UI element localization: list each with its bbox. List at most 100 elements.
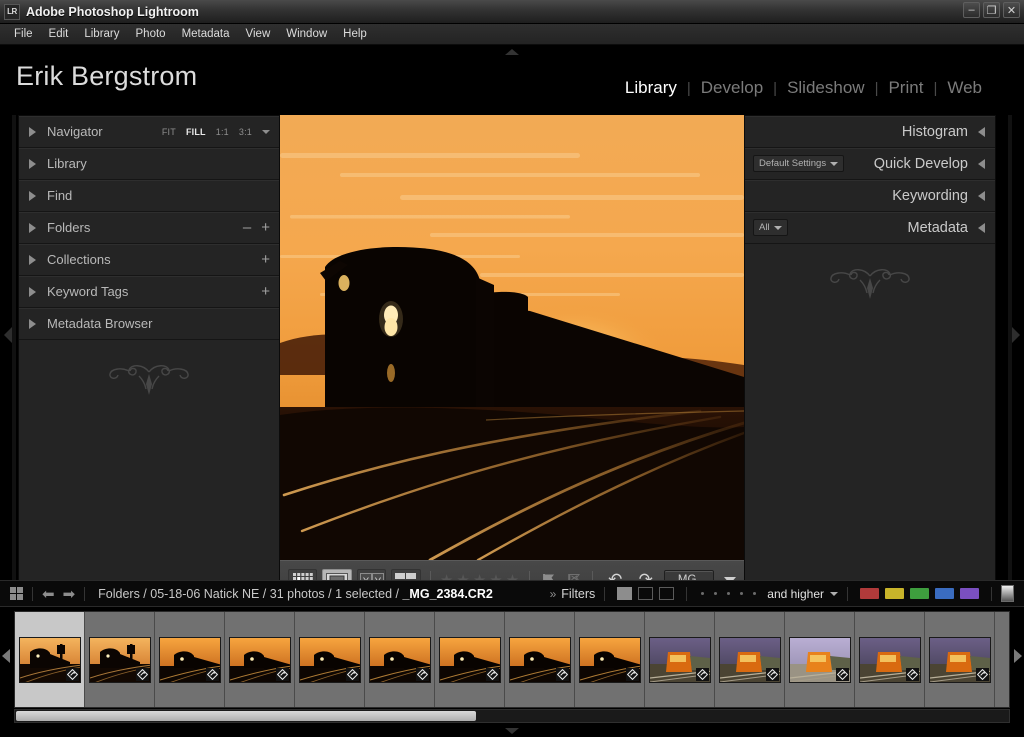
panel-keyword-tags[interactable]: Keyword Tags +: [19, 276, 279, 308]
remove-folder-minus-icon[interactable]: –: [243, 220, 251, 235]
disclosure-triangle-icon[interactable]: [978, 126, 985, 137]
filmstrip-thumbnail[interactable]: [225, 612, 295, 707]
panel-histogram[interactable]: Histogram: [745, 116, 995, 148]
thumbnail-metadata-badge-icon[interactable]: [765, 667, 779, 681]
thumbnail-metadata-badge-icon[interactable]: [695, 667, 709, 681]
right-panel-collapse-icon[interactable]: [1012, 327, 1020, 343]
disclosure-triangle-icon[interactable]: [29, 222, 36, 233]
restore-icon[interactable]: ❐: [983, 2, 1000, 18]
filter-flag-reject-icon[interactable]: [659, 587, 675, 600]
identity-plate[interactable]: Erik Bergstrom: [16, 61, 197, 92]
disclosure-triangle-icon[interactable]: [978, 222, 985, 233]
zoom-dropdown-chevron-down-icon[interactable]: [262, 129, 270, 134]
panel-metadata-browser[interactable]: Metadata Browser: [19, 308, 279, 340]
filmstrip-thumbnail[interactable]: [575, 612, 645, 707]
filmstrip-thumbnail[interactable]: [15, 612, 85, 707]
left-panel-collapse-icon[interactable]: [4, 327, 12, 343]
filmstrip-track[interactable]: [14, 611, 1010, 708]
and-higher-label[interactable]: and higher: [767, 587, 824, 601]
close-icon[interactable]: ✕: [1003, 2, 1020, 18]
filmstrip-thumbnail[interactable]: [295, 612, 365, 707]
main-photo-loupe[interactable]: [280, 115, 744, 560]
filter-flag-pick-icon[interactable]: [617, 587, 633, 600]
menu-view[interactable]: View: [238, 26, 279, 42]
thumbnail-metadata-badge-icon[interactable]: [485, 667, 499, 681]
thumbnail-metadata-badge-icon[interactable]: [625, 667, 639, 681]
panel-folders[interactable]: Folders – +: [19, 212, 279, 244]
thumbnail-metadata-badge-icon[interactable]: [975, 667, 989, 681]
top-panel-collapse-icon[interactable]: [505, 49, 519, 55]
zoom-3-1[interactable]: 3:1: [239, 127, 252, 137]
filmstrip-thumbnail[interactable]: [435, 612, 505, 707]
module-library[interactable]: Library: [615, 78, 687, 98]
thumbnail-metadata-badge-icon[interactable]: [555, 667, 569, 681]
disclosure-triangle-icon[interactable]: [29, 318, 36, 329]
disclosure-triangle-icon[interactable]: [29, 190, 36, 201]
menu-edit[interactable]: Edit: [41, 26, 77, 42]
thumbnail-metadata-badge-icon[interactable]: [835, 667, 849, 681]
filmstrip-thumbnail[interactable]: [505, 612, 575, 707]
menu-photo[interactable]: Photo: [128, 26, 174, 42]
panel-metadata[interactable]: All Metadata: [745, 212, 995, 244]
filter-rating-dot-1[interactable]: [701, 592, 705, 595]
thumbnail-metadata-badge-icon[interactable]: [205, 667, 219, 681]
module-slideshow[interactable]: Slideshow: [777, 78, 875, 98]
module-develop[interactable]: Develop: [691, 78, 773, 98]
filmstrip-thumbnail[interactable]: [645, 612, 715, 707]
menu-metadata[interactable]: Metadata: [174, 26, 238, 42]
panel-collections[interactable]: Collections +: [19, 244, 279, 276]
add-folder-plus-icon[interactable]: +: [261, 220, 270, 235]
filmstrip-thumbnail[interactable]: [925, 612, 995, 707]
panel-find[interactable]: Find: [19, 180, 279, 212]
filter-flag-unflagged-icon[interactable]: [638, 587, 654, 600]
filmstrip-scroll-thumb[interactable]: [16, 711, 476, 721]
filter-rating-dot-4[interactable]: [740, 592, 744, 595]
filter-rating-dot-5[interactable]: [753, 592, 757, 595]
filmstrip-scrollbar[interactable]: [14, 709, 1010, 723]
thumbnail-metadata-badge-icon[interactable]: [65, 667, 79, 681]
menu-library[interactable]: Library: [76, 26, 127, 42]
panel-keywording[interactable]: Keywording: [745, 180, 995, 212]
color-label-green[interactable]: [910, 588, 929, 599]
filmstrip-collapse-icon[interactable]: [505, 728, 519, 734]
filmstrip-thumbnail[interactable]: [785, 612, 855, 707]
filters-label[interactable]: Filters: [561, 587, 595, 601]
menu-help[interactable]: Help: [335, 26, 375, 42]
panel-navigator[interactable]: Navigator FIT FILL 1:1 3:1: [19, 116, 279, 148]
thumbnail-metadata-badge-icon[interactable]: [275, 667, 289, 681]
add-keyword-plus-icon[interactable]: +: [261, 284, 270, 299]
thumbnail-metadata-badge-icon[interactable]: [415, 667, 429, 681]
chevron-down-icon[interactable]: [830, 161, 839, 166]
panel-quick-develop[interactable]: Default Settings Quick Develop: [745, 148, 995, 180]
color-label-purple[interactable]: [960, 588, 979, 599]
filmstrip-thumbnail[interactable]: [155, 612, 225, 707]
chevron-down-icon[interactable]: [773, 225, 782, 230]
filters-expand-chevron-icon[interactable]: »: [550, 587, 557, 601]
filter-gradient-icon[interactable]: [1001, 585, 1014, 602]
grid-toggle-icon[interactable]: [10, 587, 23, 600]
color-label-yellow[interactable]: [885, 588, 904, 599]
menu-file[interactable]: File: [6, 26, 41, 42]
filmstrip-next-icon[interactable]: [1014, 649, 1022, 663]
minimize-icon[interactable]: –: [963, 2, 980, 18]
thumbnail-metadata-badge-icon[interactable]: [135, 667, 149, 681]
disclosure-triangle-icon[interactable]: [978, 158, 985, 169]
and-higher-chevron-down-icon[interactable]: [830, 591, 838, 596]
quick-develop-preset-dropdown[interactable]: Default Settings: [753, 155, 845, 172]
filmstrip-prev-icon[interactable]: [2, 649, 10, 663]
panel-library[interactable]: Library: [19, 148, 279, 180]
disclosure-triangle-icon[interactable]: [29, 158, 36, 169]
filmstrip-thumbnail[interactable]: [855, 612, 925, 707]
disclosure-triangle-icon[interactable]: [29, 286, 36, 297]
zoom-1-1[interactable]: 1:1: [216, 127, 229, 137]
module-web[interactable]: Web: [937, 78, 992, 98]
zoom-fill[interactable]: FILL: [186, 127, 206, 137]
thumbnail-metadata-badge-icon[interactable]: [905, 667, 919, 681]
filmstrip-thumbnail[interactable]: [715, 612, 785, 707]
back-arrow-icon[interactable]: ⬅: [42, 585, 55, 603]
disclosure-triangle-icon[interactable]: [29, 254, 36, 265]
menu-window[interactable]: Window: [278, 26, 335, 42]
thumbnail-metadata-badge-icon[interactable]: [345, 667, 359, 681]
filmstrip-thumbnail[interactable]: [365, 612, 435, 707]
module-print[interactable]: Print: [878, 78, 933, 98]
